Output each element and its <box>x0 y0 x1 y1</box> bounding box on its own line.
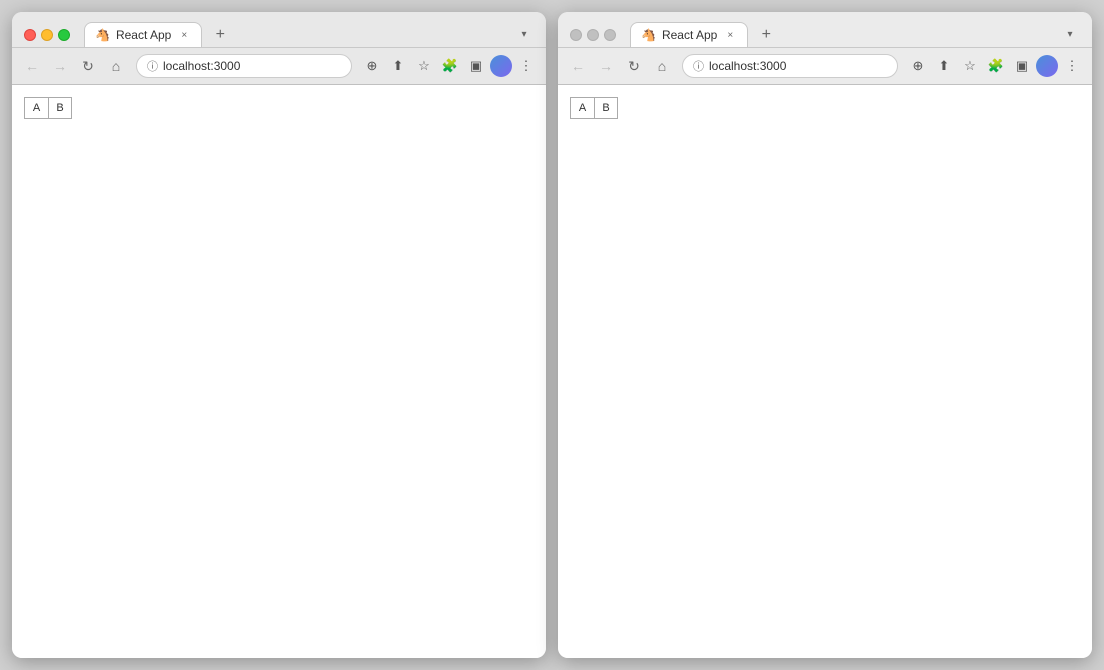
url-text-2: localhost:3000 <box>709 59 786 73</box>
address-bar-row-1: ← → ↻ ⌂ ⓘ localhost:3000 ⊕ ⬆ ☆ 🧩 <box>12 48 546 85</box>
b-button-1[interactable]: B <box>48 97 72 119</box>
minimize-button-2[interactable] <box>587 29 599 41</box>
tab-title-2: React App <box>662 28 717 42</box>
share-icon-2: ⬆ <box>939 58 950 74</box>
url-text-1: localhost:3000 <box>163 59 240 73</box>
forward-icon-2: → <box>599 58 613 74</box>
b-button-2[interactable]: B <box>594 97 618 119</box>
home-icon-1: ⌂ <box>112 58 120 74</box>
ab-button-group-1: A B <box>24 97 534 119</box>
address-bar-2[interactable]: ⓘ localhost:3000 <box>682 54 898 78</box>
profile-avatar-1[interactable] <box>490 55 512 77</box>
toolbar-icons-1: ⊕ ⬆ ☆ 🧩 ▣ ⋮ <box>360 54 538 78</box>
forward-button-1[interactable]: → <box>48 54 72 78</box>
back-button-2[interactable]: ← <box>566 54 590 78</box>
back-button-1[interactable]: ← <box>20 54 44 78</box>
bookmark-icon-1: ☆ <box>418 58 430 74</box>
browser-window-1: 🐴 React App × + ▾ ← → ↻ ⌂ ⓘ localhost:30… <box>12 12 546 658</box>
security-icon-1: ⓘ <box>147 58 158 74</box>
more-icon-1: ⋮ <box>520 58 533 74</box>
extensions-icon-1: 🧩 <box>442 58 458 74</box>
sidebar-icon-1: ▣ <box>470 58 482 74</box>
bookmark-icon-2: ☆ <box>964 58 976 74</box>
address-bar-row-2: ← → ↻ ⌂ ⓘ localhost:3000 ⊕ ⬆ ☆ 🧩 <box>558 48 1092 85</box>
sidebar-icon-2: ▣ <box>1016 58 1028 74</box>
traffic-lights-2 <box>570 29 616 41</box>
reload-button-2[interactable]: ↻ <box>622 54 646 78</box>
zoom-icon-1: ⊕ <box>367 58 378 74</box>
browser-window-2: 🐴 React App × + ▾ ← → ↻ ⌂ ⓘ localhost:30… <box>558 12 1092 658</box>
reload-button-1[interactable]: ↻ <box>76 54 100 78</box>
profile-avatar-2[interactable] <box>1036 55 1058 77</box>
extensions-button-2[interactable]: 🧩 <box>984 54 1008 78</box>
home-button-2[interactable]: ⌂ <box>650 54 674 78</box>
sidebar-button-2[interactable]: ▣ <box>1010 54 1034 78</box>
maximize-button-1[interactable] <box>58 29 70 41</box>
tab-list-button-2[interactable]: ▾ <box>1060 25 1080 45</box>
more-icon-2: ⋮ <box>1066 58 1079 74</box>
zoom-icon-2: ⊕ <box>913 58 924 74</box>
extensions-icon-2: 🧩 <box>988 58 1004 74</box>
tab-row-2: 🐴 React App × + ▾ <box>570 22 1080 47</box>
forward-button-2[interactable]: → <box>594 54 618 78</box>
reload-icon-1: ↻ <box>82 58 94 75</box>
zoom-button-1[interactable]: ⊕ <box>360 54 384 78</box>
forward-icon-1: → <box>53 58 67 74</box>
tab-row-1: 🐴 React App × + ▾ <box>24 22 534 47</box>
page-content-1: A B <box>12 85 546 658</box>
browser-tab-1[interactable]: 🐴 React App × <box>84 22 202 47</box>
maximize-button-2[interactable] <box>604 29 616 41</box>
reload-icon-2: ↻ <box>628 58 640 75</box>
zoom-button-2[interactable]: ⊕ <box>906 54 930 78</box>
back-icon-1: ← <box>25 58 39 74</box>
traffic-lights-1 <box>24 29 70 41</box>
share-icon-1: ⬆ <box>393 58 404 74</box>
a-button-1[interactable]: A <box>24 97 48 119</box>
tab-favicon-2: 🐴 <box>641 28 656 42</box>
title-bar-1: 🐴 React App × + ▾ <box>12 12 546 48</box>
back-icon-2: ← <box>571 58 585 74</box>
a-button-2[interactable]: A <box>570 97 594 119</box>
share-button-1[interactable]: ⬆ <box>386 54 410 78</box>
new-tab-button-2[interactable]: + <box>754 23 778 47</box>
more-button-1[interactable]: ⋮ <box>514 54 538 78</box>
share-button-2[interactable]: ⬆ <box>932 54 956 78</box>
tab-close-1[interactable]: × <box>177 28 191 42</box>
bookmark-button-1[interactable]: ☆ <box>412 54 436 78</box>
title-bar-2: 🐴 React App × + ▾ <box>558 12 1092 48</box>
close-button-2[interactable] <box>570 29 582 41</box>
home-icon-2: ⌂ <box>658 58 666 74</box>
page-content-2: A B <box>558 85 1092 658</box>
new-tab-button-1[interactable]: + <box>208 23 232 47</box>
tab-title-1: React App <box>116 28 171 42</box>
toolbar-icons-2: ⊕ ⬆ ☆ 🧩 ▣ ⋮ <box>906 54 1084 78</box>
more-button-2[interactable]: ⋮ <box>1060 54 1084 78</box>
tab-close-2[interactable]: × <box>723 28 737 42</box>
browser-tab-2[interactable]: 🐴 React App × <box>630 22 748 47</box>
tab-list-button-1[interactable]: ▾ <box>514 25 534 45</box>
security-icon-2: ⓘ <box>693 58 704 74</box>
close-button-1[interactable] <box>24 29 36 41</box>
sidebar-button-1[interactable]: ▣ <box>464 54 488 78</box>
bookmark-button-2[interactable]: ☆ <box>958 54 982 78</box>
extensions-button-1[interactable]: 🧩 <box>438 54 462 78</box>
minimize-button-1[interactable] <box>41 29 53 41</box>
tab-favicon-1: 🐴 <box>95 28 110 42</box>
home-button-1[interactable]: ⌂ <box>104 54 128 78</box>
ab-button-group-2: A B <box>570 97 1080 119</box>
address-bar-1[interactable]: ⓘ localhost:3000 <box>136 54 352 78</box>
